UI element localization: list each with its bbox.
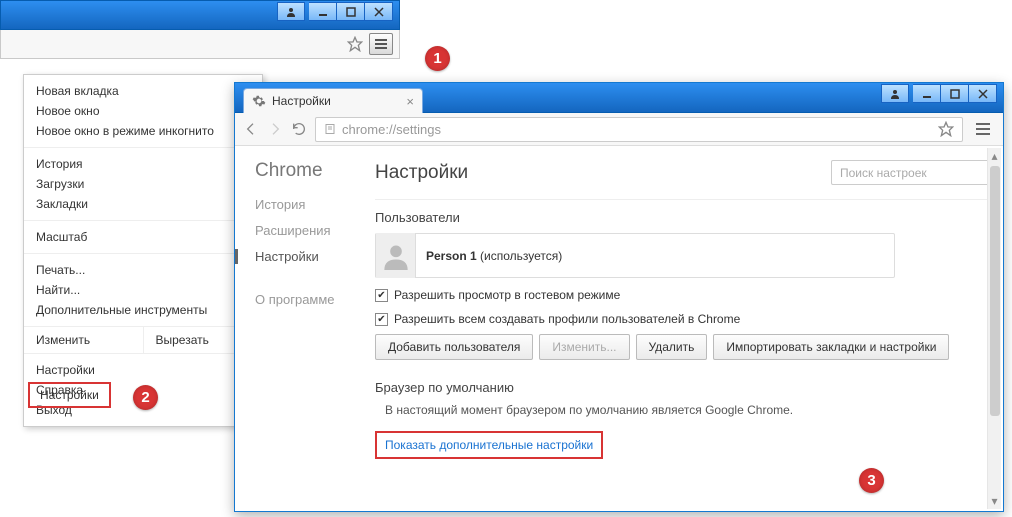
checkbox-icon[interactable] xyxy=(375,289,388,302)
settings-sidebar: Chrome История Расширения Настройки О пр… xyxy=(235,146,355,511)
add-user-button[interactable]: Добавить пользователя xyxy=(375,334,533,360)
checkbox-guest[interactable]: Разрешить просмотр в гостевом режиме xyxy=(375,288,991,302)
menu-history[interactable]: История xyxy=(24,154,262,174)
show-advanced-link[interactable]: Показать дополнительные настройки xyxy=(375,431,603,459)
close-button[interactable] xyxy=(969,84,997,103)
settings-window: Настройки × chrome://settings Chrome Ист… xyxy=(234,82,1004,512)
chrome-menu: Новая вкладка Новое окно Новое окно в ре… xyxy=(23,74,263,427)
maximize-button[interactable] xyxy=(337,2,365,21)
checkbox-label: Разрешить всем создавать профили пользов… xyxy=(394,312,740,326)
minimize-button[interactable] xyxy=(309,2,337,21)
menu-find[interactable]: Найти... xyxy=(24,280,262,300)
sidebar-title: Chrome xyxy=(255,160,345,182)
sidebar-item-history[interactable]: История xyxy=(255,197,345,212)
user-caption-button[interactable] xyxy=(277,2,305,21)
page-icon xyxy=(324,123,336,135)
callout-1: 1 xyxy=(425,46,450,71)
default-browser-text: В настоящий момент браузером по умолчани… xyxy=(385,403,991,417)
settings-content: Настройки Поиск настроек Пользователи Pe… xyxy=(355,146,1003,511)
menu-more-tools[interactable]: Дополнительные инструменты xyxy=(24,300,262,320)
delete-button[interactable]: Удалить xyxy=(636,334,708,360)
menu-edit[interactable]: Изменить xyxy=(24,327,144,353)
forward-button[interactable] xyxy=(267,121,283,137)
scroll-thumb[interactable] xyxy=(990,166,1000,416)
import-button[interactable]: Импортировать закладки и настройки xyxy=(713,334,949,360)
close-button[interactable] xyxy=(365,2,393,21)
checkbox-label: Разрешить просмотр в гостевом режиме xyxy=(394,288,620,302)
menu-downloads[interactable]: Загрузки xyxy=(24,174,262,194)
scroll-down-icon[interactable]: ▾ xyxy=(988,493,1001,509)
sidebar-item-extensions[interactable]: Расширения xyxy=(255,223,345,238)
avatar-icon xyxy=(376,233,416,278)
bookmark-star-icon[interactable] xyxy=(938,121,954,137)
window2-toolbar: chrome://settings xyxy=(235,113,1003,146)
menu-bookmarks[interactable]: Закладки xyxy=(24,194,262,214)
person-label: Person 1 (используется) xyxy=(416,249,572,263)
reload-button[interactable] xyxy=(291,121,307,137)
window1-titlebar xyxy=(0,0,400,30)
address-bar[interactable]: chrome://settings xyxy=(315,117,963,142)
menu-new-tab[interactable]: Новая вкладка xyxy=(24,81,262,101)
window1-toolbar xyxy=(0,30,400,59)
edit-button[interactable]: Изменить... xyxy=(539,334,629,360)
tab-label: Настройки xyxy=(272,94,331,108)
callout-3: 3 xyxy=(859,468,884,493)
maximize-button[interactable] xyxy=(941,84,969,103)
settings-highlight: Настройки xyxy=(28,382,111,408)
menu-incognito[interactable]: Новое окно в режиме инкогнито xyxy=(24,121,262,141)
menu-print[interactable]: Печать... xyxy=(24,260,262,280)
section-users-title: Пользователи xyxy=(375,210,991,225)
menu-new-window[interactable]: Новое окно xyxy=(24,101,262,121)
person-row[interactable]: Person 1 (используется) xyxy=(375,233,895,278)
tab-settings[interactable]: Настройки × xyxy=(243,88,423,113)
chrome-menu-button[interactable] xyxy=(369,33,393,55)
background-window xyxy=(0,0,400,59)
tab-close-icon[interactable]: × xyxy=(406,94,414,109)
user-caption-button[interactable] xyxy=(881,84,909,103)
sidebar-item-settings[interactable]: Настройки xyxy=(235,249,345,264)
search-settings-input[interactable]: Поиск настроек xyxy=(831,160,991,185)
checkbox-icon[interactable] xyxy=(375,313,388,326)
menu-settings[interactable]: Настройки xyxy=(24,360,262,380)
gear-icon xyxy=(252,94,266,108)
back-button[interactable] xyxy=(243,121,259,137)
bookmark-star-icon[interactable] xyxy=(347,36,363,52)
callout-2: 2 xyxy=(133,385,158,410)
chrome-menu-button[interactable] xyxy=(971,118,995,140)
page-title: Настройки xyxy=(375,162,468,184)
menu-zoom[interactable]: Масштаб xyxy=(24,227,262,247)
section-default-title: Браузер по умолчанию xyxy=(375,380,991,395)
url-text: chrome://settings xyxy=(342,122,441,137)
scroll-up-icon[interactable]: ▴ xyxy=(988,148,1001,164)
settings-body: Chrome История Расширения Настройки О пр… xyxy=(235,146,1003,511)
checkbox-profiles[interactable]: Разрешить всем создавать профили пользов… xyxy=(375,312,991,326)
sidebar-item-about[interactable]: О программе xyxy=(255,292,345,307)
scrollbar[interactable]: ▴ ▾ xyxy=(987,148,1001,509)
minimize-button[interactable] xyxy=(913,84,941,103)
